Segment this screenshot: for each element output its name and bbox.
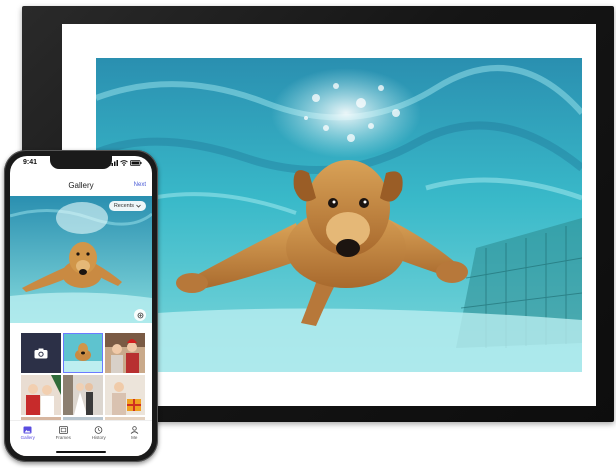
camera-icon [34,348,48,358]
status-time: 9:41 [23,159,38,166]
thumbnail-dog-pool [63,333,103,373]
thumbnail-family-christmas [105,333,145,373]
product-scene: 9:41 Gallery Next Recents Gallery Frames… [0,0,616,468]
grid-thumbnail[interactable] [105,375,145,415]
status-icons [109,160,142,166]
person-icon [130,426,139,434]
tab-label: Gallery [20,435,35,440]
preview-dog-image [10,196,152,323]
wifi-icon [120,160,128,166]
tab-label: History [91,435,106,440]
thumbnail-gift [105,375,145,415]
crop-icon [137,312,143,318]
next-button[interactable]: Next [134,182,146,188]
phone-notch [50,156,112,169]
thumbnail-wedding [63,375,103,415]
thumbnail-kids-christmas [21,375,61,415]
gallery-icon [23,426,32,434]
phone-screen: 9:41 Gallery Next Recents Gallery Frames… [10,156,152,456]
chevron-down-icon [136,204,141,208]
grid-thumbnail[interactable] [63,333,103,373]
tab-gallery[interactable]: Gallery [13,426,43,456]
album-selector[interactable]: Recents [108,201,146,211]
camera-tile[interactable] [21,333,61,373]
tab-label: Me [131,435,138,440]
smartphone: 9:41 Gallery Next Recents Gallery Frames… [4,150,158,462]
history-icon [94,426,103,434]
crop-toggle-button[interactable] [134,309,146,321]
grid-thumbnail[interactable] [63,375,103,415]
frames-icon [58,426,68,434]
grid-thumbnail[interactable] [105,333,145,373]
page-title: Gallery [68,181,94,190]
frame-photo-dog-underwater [96,58,582,372]
tab-label: Frames [55,435,71,440]
battery-icon [130,160,142,166]
underwater-dog-image [96,58,582,372]
grid-thumbnail[interactable] [21,375,61,415]
home-indicator [56,451,106,453]
album-selector-label: Recents [113,203,134,209]
tab-me[interactable]: Me [119,426,149,456]
selected-photo-preview [10,196,152,323]
